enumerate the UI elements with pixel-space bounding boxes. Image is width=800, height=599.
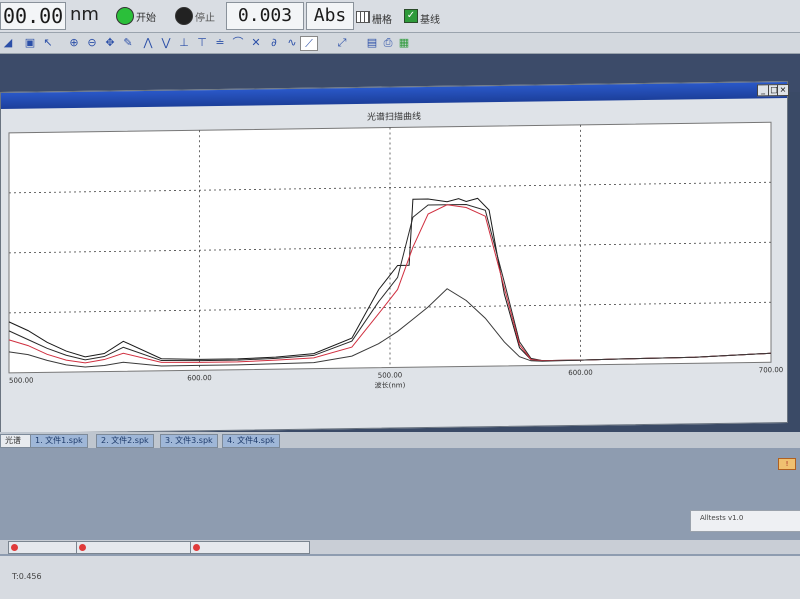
start-button[interactable] xyxy=(116,7,134,25)
pencil-icon[interactable]: ✎ xyxy=(122,36,134,49)
peak-icon[interactable]: ⋀ xyxy=(142,36,154,49)
tab-file-2[interactable]: 2. 文件2.spk xyxy=(96,434,154,448)
cursor-icon[interactable]: ⊥ xyxy=(178,36,190,49)
record-icon xyxy=(11,544,18,551)
valley-icon[interactable]: ⋁ xyxy=(160,36,172,49)
tab-file-3[interactable]: 3. 文件3.spk xyxy=(160,434,218,448)
tab-file-4[interactable]: 4. 文件4.spk xyxy=(222,434,280,448)
smooth-icon[interactable]: ∿ xyxy=(286,36,298,49)
record-icon xyxy=(79,544,86,551)
x-tick-label: 600.00 xyxy=(187,374,211,382)
baseline-label: 基线 xyxy=(420,15,440,26)
measure-icon[interactable]: ⤢ xyxy=(336,36,348,49)
print-icon[interactable]: ⎙ xyxy=(382,36,394,49)
wavelength-field[interactable]: 00.00 xyxy=(0,2,66,30)
icon-toolbar: ◢ ▣ ↖ ⊕ ⊖ ✥ ✎ ⋀ ⋁ ⊥ ⊤ ≐ ⌒ ✕ ∂ ∿ ⟋ ⤢ ▤ ⎙ … xyxy=(0,33,800,54)
baseline-icon[interactable]: ≐ xyxy=(214,36,226,49)
derivative-icon[interactable]: ∂ xyxy=(268,36,280,49)
minimized-windows-bar xyxy=(0,540,800,554)
x-tick-label: 600.00 xyxy=(568,369,592,377)
minimized-window-2[interactable] xyxy=(76,541,196,554)
cube-icon[interactable]: ▣ xyxy=(24,36,36,49)
pan-icon[interactable]: ✥ xyxy=(104,36,116,49)
top-toolbar: 00.00 nm 开始 停止 0.003 Abs 栅格 ✓ 基线 xyxy=(0,0,800,33)
x-tick-label: 500.00 xyxy=(378,371,402,379)
zoom-in-icon[interactable]: ⊕ xyxy=(68,36,80,49)
x-tick-label: 500.00 xyxy=(9,377,33,385)
minimized-window-3[interactable] xyxy=(190,541,310,554)
spectrum-plot[interactable]: 500.00 600.00 500.00 600.00 700.00 波长(nm) xyxy=(1,116,787,427)
alarm-icon[interactable]: ! xyxy=(778,458,796,470)
document-tabs: 光谱 1. 文件1.spk 2. 文件2.spk 3. 文件3.spk 4. 文… xyxy=(0,432,800,448)
x-axis-label: 波长(nm) xyxy=(375,380,406,389)
stop-label: 停止 xyxy=(195,13,215,24)
status-readout: T:0.456 xyxy=(12,572,42,581)
status-bar xyxy=(0,556,800,599)
stop-button[interactable] xyxy=(175,7,193,25)
area-icon[interactable]: ⌒ xyxy=(232,36,244,49)
report-icon[interactable]: ▤ xyxy=(366,36,378,49)
tab-file-1[interactable]: 1. 文件1.spk xyxy=(30,434,88,448)
grid-icon[interactable] xyxy=(356,11,370,23)
chart-preview-icon[interactable]: ⟋ xyxy=(300,36,318,51)
grid-label: 栅格 xyxy=(372,15,392,26)
baseline-checkbox[interactable]: ✓ xyxy=(404,9,418,23)
wavelength-unit: nm xyxy=(70,4,99,25)
absorbance-unit-select[interactable]: Abs xyxy=(306,2,354,30)
start-label: 开始 xyxy=(136,13,156,24)
delete-peak-icon[interactable]: ✕ xyxy=(250,36,262,49)
tray-label: Alltests v1.0 xyxy=(700,514,744,522)
tab-spectrum[interactable]: 光谱 xyxy=(0,434,34,448)
close-icon[interactable]: × xyxy=(777,83,789,97)
mark-icon[interactable]: ⊤ xyxy=(196,36,208,49)
spectrum-window: _ □ × 光谱扫描曲线 500.00 600.00 500.00 600.00 700… xyxy=(0,80,789,434)
minimized-window-1[interactable] xyxy=(8,541,80,554)
absorbance-readout: 0.003 xyxy=(226,2,304,30)
arrow-icon[interactable]: ◢ xyxy=(2,36,14,49)
export-icon[interactable]: ▦ xyxy=(398,36,410,49)
pointer-icon[interactable]: ↖ xyxy=(42,36,54,49)
zoom-out-icon[interactable]: ⊖ xyxy=(86,36,98,49)
record-icon xyxy=(193,544,200,551)
x-tick-label: 700.00 xyxy=(759,366,783,374)
